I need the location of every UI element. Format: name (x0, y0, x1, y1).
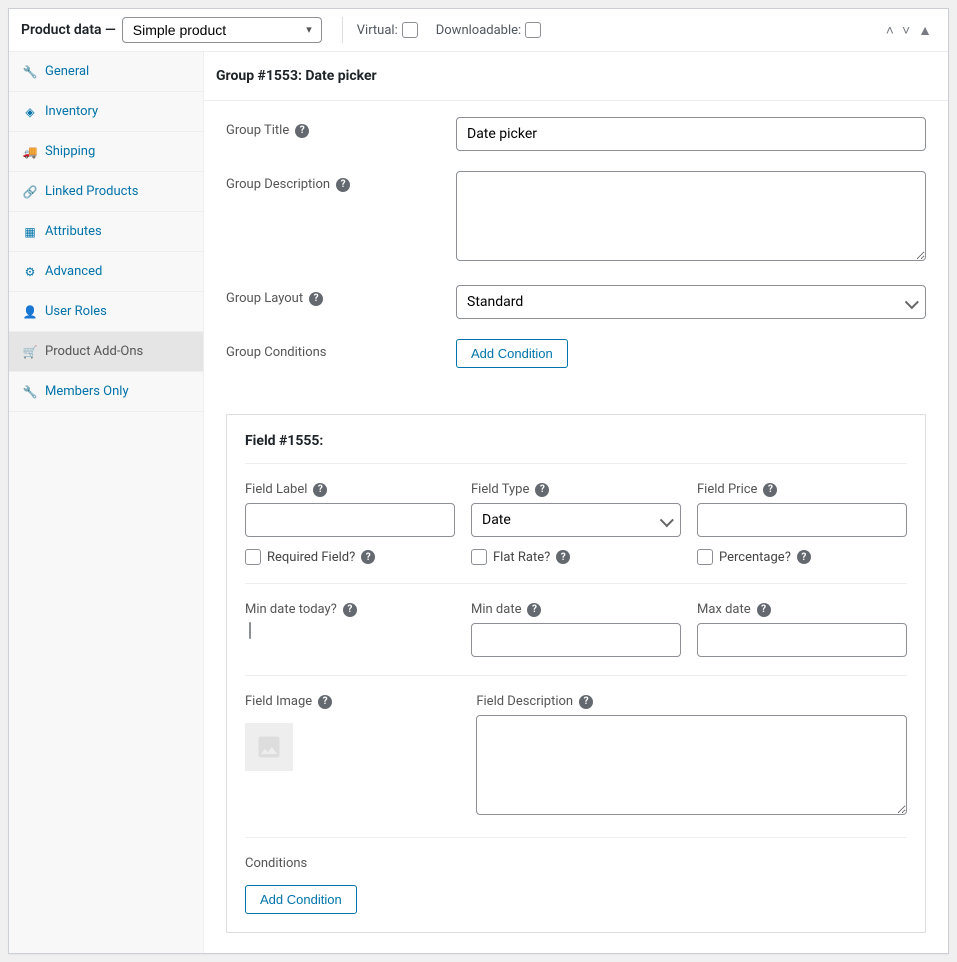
help-icon[interactable]: ? (313, 483, 327, 497)
tab-content: Group #1553: Date picker Group Title ? G… (204, 52, 948, 953)
truck-icon: 🚚 (23, 145, 37, 159)
image-placeholder-icon (255, 733, 283, 761)
min-date-today-label: Min date today?? (245, 602, 455, 617)
help-icon[interactable]: ? (309, 292, 323, 306)
help-icon[interactable]: ? (295, 124, 309, 138)
group-layout-select[interactable]: Standard (456, 285, 926, 319)
field-image-placeholder[interactable] (245, 723, 293, 771)
group-description-textarea[interactable] (456, 171, 926, 261)
field-label-label: Field Label? (245, 482, 455, 497)
cart-icon: 🛒 (23, 345, 37, 359)
group-title-input[interactable] (456, 117, 926, 151)
product-data-metabox: Product data — Simple product Virtual: D… (8, 8, 949, 954)
user-icon: 👤 (23, 305, 37, 319)
tab-attributes[interactable]: ▦Attributes (9, 212, 203, 252)
help-icon[interactable]: ? (336, 178, 350, 192)
product-data-tabs: 🔧General ◈Inventory 🚚Shipping 🔗Linked Pr… (9, 52, 204, 953)
help-icon[interactable]: ? (527, 603, 541, 617)
downloadable-checkbox-label[interactable]: Downloadable: (436, 22, 541, 38)
field-price-label: Field Price? (697, 482, 907, 497)
help-icon[interactable]: ? (556, 550, 570, 564)
min-date-today-checkbox[interactable] (249, 622, 251, 639)
tab-general[interactable]: 🔧General (9, 52, 203, 92)
chevron-up-icon[interactable]: ˄ (882, 18, 898, 43)
tab-members-only[interactable]: 🔧Members Only (9, 372, 203, 412)
chevron-down-icon[interactable]: ˅ (898, 18, 914, 43)
virtual-checkbox[interactable] (402, 22, 418, 38)
flat-rate-checkbox-wrap[interactable]: Flat Rate? ? (471, 549, 681, 565)
tab-user-roles[interactable]: 👤User Roles (9, 292, 203, 332)
inventory-icon: ◈ (23, 105, 37, 119)
tab-shipping[interactable]: 🚚Shipping (9, 132, 203, 172)
max-date-input[interactable] (697, 623, 907, 657)
help-icon[interactable]: ? (535, 483, 549, 497)
field-card: Field #1555: Field Label? Field Type? Da… (226, 414, 926, 933)
max-date-label: Max date? (697, 602, 907, 617)
help-icon[interactable]: ? (361, 550, 375, 564)
field-type-select[interactable]: Date (471, 503, 681, 537)
downloadable-checkbox[interactable] (525, 22, 541, 38)
group-layout-label: Group Layout ? (226, 285, 456, 306)
product-type-select[interactable]: Simple product (122, 17, 322, 43)
divider (342, 17, 343, 43)
triangle-up-icon[interactable]: ▲ (914, 18, 936, 43)
add-condition-button[interactable]: Add Condition (456, 339, 568, 368)
tab-linked-products[interactable]: 🔗Linked Products (9, 172, 203, 212)
min-date-input[interactable] (471, 623, 681, 657)
percentage-checkbox-wrap[interactable]: Percentage? ? (697, 549, 907, 565)
field-type-label: Field Type? (471, 482, 681, 497)
group-conditions-label: Group Conditions (226, 339, 456, 360)
required-field-checkbox-wrap[interactable]: Required Field? ? (245, 549, 455, 565)
attributes-icon: ▦ (23, 225, 37, 239)
group-description-label: Group Description ? (226, 171, 456, 192)
gear-icon: ⚙ (23, 265, 37, 279)
help-icon[interactable]: ? (763, 483, 777, 497)
metabox-header: Product data — Simple product Virtual: D… (9, 9, 948, 52)
field-label-input[interactable] (245, 503, 455, 537)
tab-product-addons[interactable]: 🛒Product Add-Ons (9, 332, 203, 372)
min-date-label: Min date? (471, 602, 681, 617)
field-image-label: Field Image? (245, 694, 460, 709)
wrench-icon: 🔧 (23, 65, 37, 79)
field-price-input[interactable] (697, 503, 907, 537)
help-icon[interactable]: ? (797, 550, 811, 564)
tab-inventory[interactable]: ◈Inventory (9, 92, 203, 132)
group-heading: Group #1553: Date picker (204, 52, 948, 101)
help-icon[interactable]: ? (343, 603, 357, 617)
header-title: Product data — (21, 22, 116, 38)
help-icon[interactable]: ? (757, 603, 771, 617)
wrench-icon: 🔧 (23, 385, 37, 399)
virtual-checkbox-label[interactable]: Virtual: (357, 22, 418, 38)
required-field-checkbox[interactable] (245, 549, 261, 565)
group-title-label: Group Title ? (226, 117, 456, 138)
help-icon[interactable]: ? (318, 695, 332, 709)
field-description-textarea[interactable] (476, 715, 907, 815)
tab-advanced[interactable]: ⚙Advanced (9, 252, 203, 292)
field-description-label: Field Description? (476, 694, 907, 709)
percentage-checkbox[interactable] (697, 549, 713, 565)
flat-rate-checkbox[interactable] (471, 549, 487, 565)
field-heading: Field #1555: (245, 433, 907, 464)
help-icon[interactable]: ? (579, 695, 593, 709)
field-conditions-label: Conditions (245, 856, 907, 871)
link-icon: 🔗 (23, 185, 37, 199)
add-field-condition-button[interactable]: Add Condition (245, 885, 357, 914)
